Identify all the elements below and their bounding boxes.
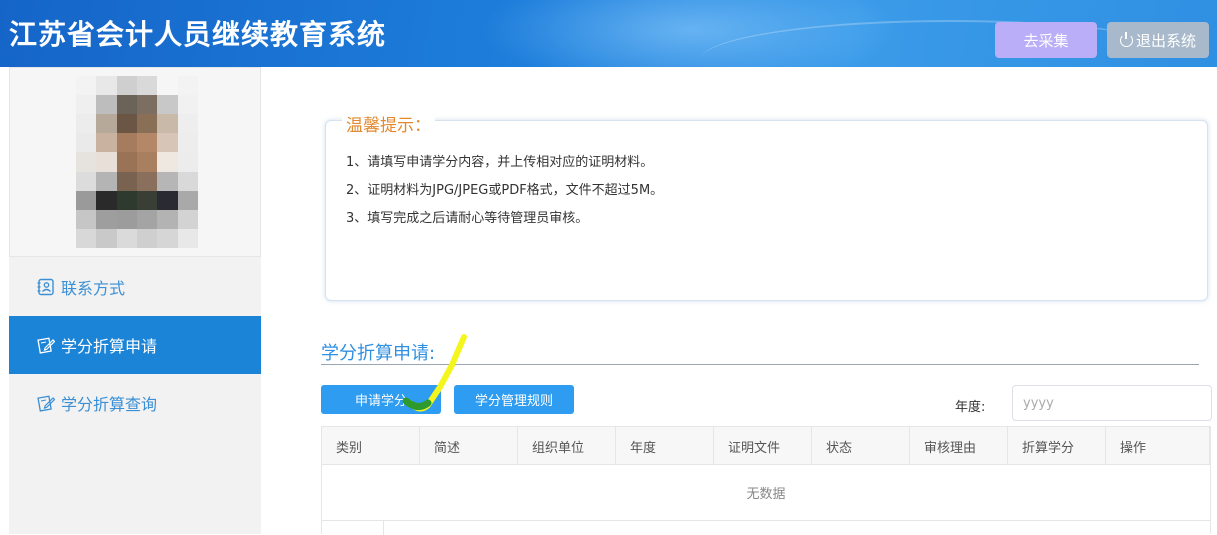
avatar-pixel <box>177 171 198 191</box>
sidebar-item-contact[interactable]: 联系方式 <box>9 258 261 316</box>
avatar-pixel <box>76 171 97 191</box>
column-header: 审核理由 <box>910 427 1008 465</box>
tip-line: 2、证明材料为JPG/JPEG或PDF格式，文件不超过5M。 <box>346 183 664 198</box>
avatar-pixel <box>76 228 97 248</box>
tip-title: 温馨提示： <box>342 111 435 136</box>
avatar-pixel <box>177 190 198 210</box>
avatar-pixel <box>116 152 137 172</box>
sidebar: 联系方式 学分折算申请 学分折算查询 <box>9 67 261 534</box>
contact-card-icon <box>37 278 54 296</box>
avatar-pixel <box>76 209 97 229</box>
avatar-pixel <box>137 209 158 229</box>
avatar-pixel <box>137 76 158 96</box>
tip-line: 1、请填写申请学分内容，并上传相对应的证明材料。 <box>346 155 654 170</box>
credit-rules-button[interactable]: 学分管理规则 <box>454 385 574 414</box>
avatar-pixel <box>116 76 137 96</box>
avatar-pixel <box>177 152 198 172</box>
avatar-pixel <box>177 76 198 96</box>
logout-button[interactable]: 退出系统 <box>1107 22 1209 58</box>
avatar-pixel <box>96 152 117 172</box>
avatar-pixel <box>137 152 158 172</box>
column-header: 组织单位 <box>518 427 616 465</box>
logout-label: 退出系统 <box>1135 31 1196 50</box>
avatar-pixel <box>157 114 178 134</box>
avatar-pixel <box>116 95 137 115</box>
column-header: 类别 <box>322 427 420 465</box>
column-header: 折算学分 <box>1008 427 1106 465</box>
avatar-pixel <box>137 95 158 115</box>
power-icon <box>1119 31 1133 47</box>
avatar-pixel <box>157 95 178 115</box>
avatar-pixel <box>96 171 117 191</box>
collect-button[interactable]: 去采集 <box>995 22 1097 58</box>
edit-certificate-icon <box>37 337 55 354</box>
section-divider <box>321 364 1199 365</box>
sidebar-item-label: 联系方式 <box>61 279 126 298</box>
avatar-pixel <box>96 114 117 134</box>
avatar-pixel <box>116 171 137 191</box>
column-header: 年度 <box>616 427 714 465</box>
avatar-pixel <box>116 209 137 229</box>
credit-table: 类别 简述 组织单位 年度 证明文件 状态 审核理由 折算学分 操作 无数据 <box>321 426 1211 535</box>
avatar-pixel <box>137 171 158 191</box>
avatar-pixel <box>137 190 158 210</box>
column-header: 证明文件 <box>714 427 812 465</box>
edit-certificate-icon <box>37 395 55 412</box>
empty-state: 无数据 <box>322 465 1210 521</box>
avatar-pixel <box>157 76 178 96</box>
avatar-pixel <box>116 114 137 134</box>
sidebar-item-credit-apply[interactable]: 学分折算申请 <box>9 316 261 374</box>
avatar-pixel <box>157 152 178 172</box>
avatar-pixel <box>157 190 178 210</box>
avatar-pixel <box>137 114 158 134</box>
avatar-pixel <box>96 228 117 248</box>
column-header: 状态 <box>812 427 910 465</box>
avatar-pixel <box>96 190 117 210</box>
sidebar-item-label: 学分折算申请 <box>61 337 158 356</box>
avatar-pixel <box>96 95 117 115</box>
year-input[interactable] <box>1012 385 1212 421</box>
section-title: 学分折算申请: <box>321 343 436 364</box>
site-title: 江苏省会计人员继续教育系统 <box>9 18 387 51</box>
year-label: 年度: <box>955 400 986 415</box>
tip-line: 3、填写完成之后请耐心等待管理员审核。 <box>346 211 589 226</box>
avatar-pixel <box>137 228 158 248</box>
sidebar-item-credit-query[interactable]: 学分折算查询 <box>9 374 261 432</box>
avatar <box>76 76 198 248</box>
column-header: 操作 <box>1106 427 1210 465</box>
avatar-pixel <box>116 133 137 153</box>
avatar-pixel <box>177 114 198 134</box>
avatar-pixel <box>96 133 117 153</box>
table-footer-cell <box>322 521 384 535</box>
avatar-pixel <box>157 133 178 153</box>
avatar-pixel <box>76 114 97 134</box>
avatar-pixel <box>177 133 198 153</box>
avatar-pixel <box>137 133 158 153</box>
avatar-pixel <box>177 228 198 248</box>
avatar-pixel <box>157 171 178 191</box>
avatar-pixel <box>96 76 117 96</box>
sidebar-item-label: 学分折算查询 <box>61 395 158 414</box>
avatar-pixel <box>76 95 97 115</box>
top-header: 江苏省会计人员继续教育系统 去采集 退出系统 <box>0 0 1217 67</box>
avatar-panel <box>9 67 261 257</box>
avatar-pixel <box>177 95 198 115</box>
avatar-pixel <box>157 209 178 229</box>
avatar-pixel <box>76 133 97 153</box>
avatar-pixel <box>116 228 137 248</box>
avatar-pixel <box>76 76 97 96</box>
avatar-pixel <box>157 228 178 248</box>
table-header: 类别 简述 组织单位 年度 证明文件 状态 审核理由 折算学分 操作 <box>322 427 1210 465</box>
avatar-pixel <box>76 152 97 172</box>
avatar-pixel <box>96 209 117 229</box>
apply-credit-button[interactable]: 申请学分 <box>321 385 441 414</box>
avatar-pixel <box>177 209 198 229</box>
avatar-pixel <box>76 190 97 210</box>
avatar-pixel <box>116 190 137 210</box>
column-header: 简述 <box>420 427 518 465</box>
